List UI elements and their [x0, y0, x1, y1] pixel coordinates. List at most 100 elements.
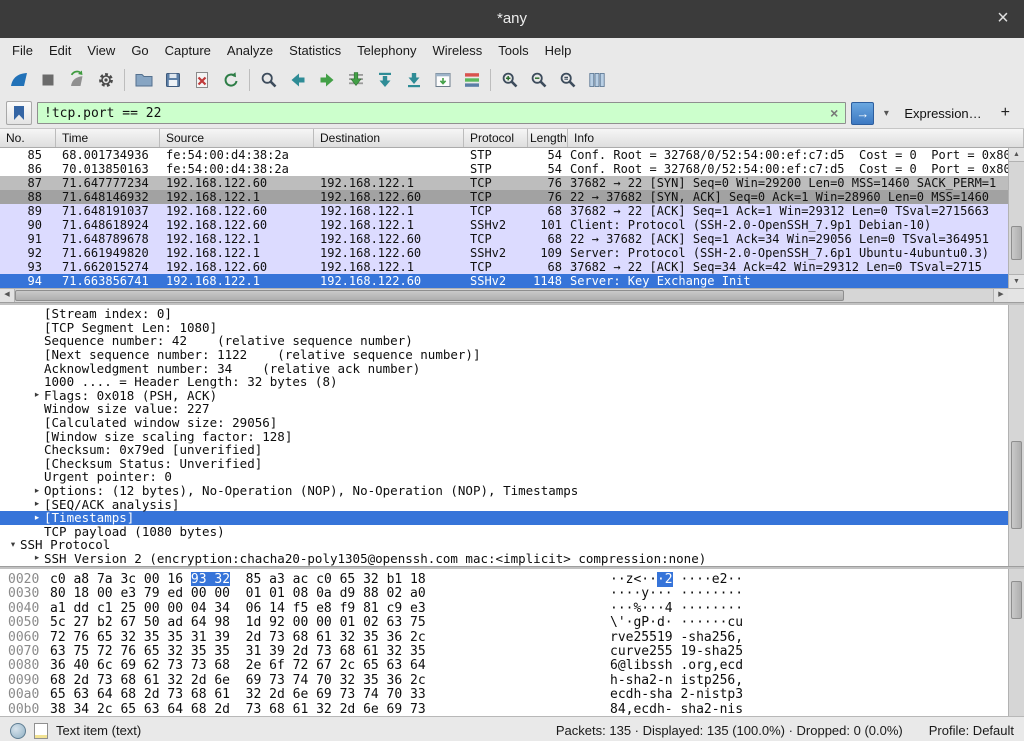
menu-item-view[interactable]: View — [79, 41, 123, 60]
detail-line[interactable]: [Stream index: 0] — [0, 307, 1024, 321]
expand-arrow-icon[interactable]: ▸ — [30, 513, 44, 523]
menu-item-analyze[interactable]: Analyze — [219, 41, 281, 60]
packet-row[interactable]: 9171.648789678192.168.122.1192.168.122.6… — [0, 232, 1024, 246]
packet-row[interactable]: 9471.663856741192.168.122.1192.168.122.6… — [0, 274, 1024, 288]
detail-line[interactable]: ▸Flags: 0x018 (PSH, ACK) — [0, 389, 1024, 403]
hscrollbar-thumb[interactable] — [15, 290, 844, 301]
file-close-button[interactable] — [187, 67, 216, 94]
detail-line[interactable]: 1000 .... = Header Length: 32 bytes (8) — [0, 375, 1024, 389]
detail-line[interactable]: Window size value: 227 — [0, 402, 1024, 416]
detail-line[interactable]: Checksum: 0x79ed [unverified] — [0, 443, 1024, 457]
hex-row[interactable]: 0020c0 a8 7a 3c 00 16 93 32 85 a3 ac c0 … — [0, 572, 1024, 586]
packet-row[interactable]: 8971.648191037192.168.122.60192.168.122.… — [0, 204, 1024, 218]
hex-row[interactable]: 007063 75 72 76 65 32 35 35 31 39 2d 73 … — [0, 644, 1024, 658]
detail-line[interactable]: ▸[Timestamps] — [0, 511, 1024, 525]
packet-row[interactable]: 9071.648618924192.168.122.60192.168.122.… — [0, 218, 1024, 232]
scroll-left-arrow-icon[interactable]: ◀ — [0, 289, 15, 302]
capture-start-button[interactable] — [4, 67, 33, 94]
menu-item-edit[interactable]: Edit — [41, 41, 79, 60]
packet-row[interactable]: 9271.661949820192.168.122.1192.168.122.6… — [0, 246, 1024, 260]
filter-apply-button[interactable]: → — [851, 102, 874, 125]
expert-info-icon[interactable] — [10, 723, 26, 739]
expand-arrow-icon[interactable]: ▾ — [6, 540, 20, 550]
menu-item-capture[interactable]: Capture — [157, 41, 219, 60]
packet-row[interactable]: 9371.662015274192.168.122.60192.168.122.… — [0, 260, 1024, 274]
zoom-out-button[interactable] — [524, 67, 553, 94]
reload-button[interactable] — [216, 67, 245, 94]
colorize-packets-button[interactable] — [457, 67, 486, 94]
filter-dropdown-button[interactable]: ▾ — [879, 103, 893, 124]
column-header-length[interactable]: Length — [528, 129, 568, 147]
close-window-button[interactable]: × — [990, 0, 1016, 38]
detail-line[interactable]: TCP payload (1080 bytes) — [0, 525, 1024, 539]
hex-row[interactable]: 0040a1 dd c1 25 00 00 04 34 06 14 f5 e8 … — [0, 601, 1024, 615]
detail-line[interactable]: [Checksum Status: Unverified] — [0, 457, 1024, 471]
scrollbar-thumb[interactable] — [1011, 226, 1022, 260]
filter-bookmark-button[interactable] — [6, 101, 32, 125]
menu-item-help[interactable]: Help — [537, 41, 580, 60]
hex-row[interactable]: 009068 2d 73 68 61 32 2d 6e 69 73 74 70 … — [0, 673, 1024, 687]
go-to-bottom-button[interactable] — [399, 67, 428, 94]
detail-line[interactable]: ▾SSH Protocol — [0, 538, 1024, 552]
go-back-button[interactable] — [283, 67, 312, 94]
expand-arrow-icon[interactable]: ▸ — [30, 499, 44, 509]
resize-columns-button[interactable] — [582, 67, 611, 94]
hex-row[interactable]: 003080 18 00 e3 79 ed 00 00 01 01 08 0a … — [0, 586, 1024, 600]
expand-arrow-icon[interactable]: ▸ — [30, 553, 44, 563]
menu-item-telephony[interactable]: Telephony — [349, 41, 424, 60]
packet-list-vscrollbar[interactable]: ▲ ▼ — [1008, 148, 1024, 288]
scrollbar-thumb[interactable] — [1011, 581, 1022, 619]
detail-line[interactable]: [Window size scaling factor: 128] — [0, 429, 1024, 443]
detail-line[interactable]: [Calculated window size: 29056] — [0, 416, 1024, 430]
detail-line[interactable]: ▸SSH Version 2 (encryption:chacha20-poly… — [0, 552, 1024, 566]
detail-line[interactable]: Urgent pointer: 0 — [0, 470, 1024, 484]
detail-line[interactable]: ▸Options: (12 bytes), No-Operation (NOP)… — [0, 484, 1024, 498]
zoom-in-button[interactable] — [495, 67, 524, 94]
column-header-info[interactable]: Info — [568, 129, 1024, 147]
hex-row[interactable]: 00b038 34 2c 65 63 64 68 2d 73 68 61 32 … — [0, 702, 1024, 716]
detail-line[interactable]: [TCP Segment Len: 1080] — [0, 321, 1024, 335]
hex-row[interactable]: 00a065 63 64 68 2d 73 68 61 32 2d 6e 69 … — [0, 687, 1024, 701]
detail-line[interactable]: ▸[SEQ/ACK analysis] — [0, 497, 1024, 511]
packet-row[interactable]: 8871.648146932192.168.122.1192.168.122.6… — [0, 190, 1024, 204]
expand-arrow-icon[interactable]: ▸ — [30, 390, 44, 400]
expand-arrow-icon[interactable]: ▸ — [30, 486, 44, 496]
scroll-up-arrow-icon[interactable]: ▲ — [1009, 148, 1024, 162]
go-forward-button[interactable] — [312, 67, 341, 94]
filter-input[interactable]: !tcp.port == 22 — [44, 106, 827, 121]
capture-restart-button[interactable] — [62, 67, 91, 94]
capture-comment-icon[interactable] — [34, 723, 48, 739]
display-filter-field[interactable]: !tcp.port == 22 × — [37, 102, 846, 124]
details-vscrollbar[interactable] — [1008, 305, 1024, 566]
zoom-reset-button[interactable] — [553, 67, 582, 94]
hex-vscrollbar[interactable] — [1008, 569, 1024, 716]
menu-item-tools[interactable]: Tools — [490, 41, 536, 60]
hex-row[interactable]: 00505c 27 b2 67 50 ad 64 98 1d 92 00 00 … — [0, 615, 1024, 629]
column-header-source[interactable]: Source — [160, 129, 314, 147]
column-header-no[interactable]: No. — [0, 129, 56, 147]
filter-clear-button[interactable]: × — [827, 105, 841, 121]
file-open-button[interactable] — [129, 67, 158, 94]
capture-options-button[interactable] — [91, 67, 120, 94]
menu-item-wireless[interactable]: Wireless — [424, 41, 490, 60]
column-header-protocol[interactable]: Protocol — [464, 129, 528, 147]
menu-item-statistics[interactable]: Statistics — [281, 41, 349, 60]
menu-item-go[interactable]: Go — [123, 41, 156, 60]
capture-stop-button[interactable] — [33, 67, 62, 94]
expression-button[interactable]: Expression… — [898, 106, 987, 121]
go-to-packet-button[interactable] — [341, 67, 370, 94]
packet-list-hscrollbar[interactable]: ◀ ▶ — [0, 288, 1024, 302]
column-header-destination[interactable]: Destination — [314, 129, 464, 147]
column-header-time[interactable]: Time — [56, 129, 160, 147]
auto-scroll-button[interactable] — [428, 67, 457, 94]
hex-row[interactable]: 006072 76 65 32 35 35 31 39 2d 73 68 61 … — [0, 630, 1024, 644]
packet-row[interactable]: 8568.001734936fe:54:00:d4:38:2aSTP54Conf… — [0, 148, 1024, 162]
profile-text[interactable]: Profile: Default — [929, 723, 1014, 738]
scroll-down-arrow-icon[interactable]: ▼ — [1009, 274, 1024, 288]
menu-item-file[interactable]: File — [4, 41, 41, 60]
detail-line[interactable]: Acknowledgment number: 34 (relative ack … — [0, 361, 1024, 375]
go-to-top-button[interactable] — [370, 67, 399, 94]
scroll-right-arrow-icon[interactable]: ▶ — [993, 289, 1008, 302]
detail-line[interactable]: [Next sequence number: 1122 (relative se… — [0, 348, 1024, 362]
scrollbar-thumb[interactable] — [1011, 441, 1022, 530]
